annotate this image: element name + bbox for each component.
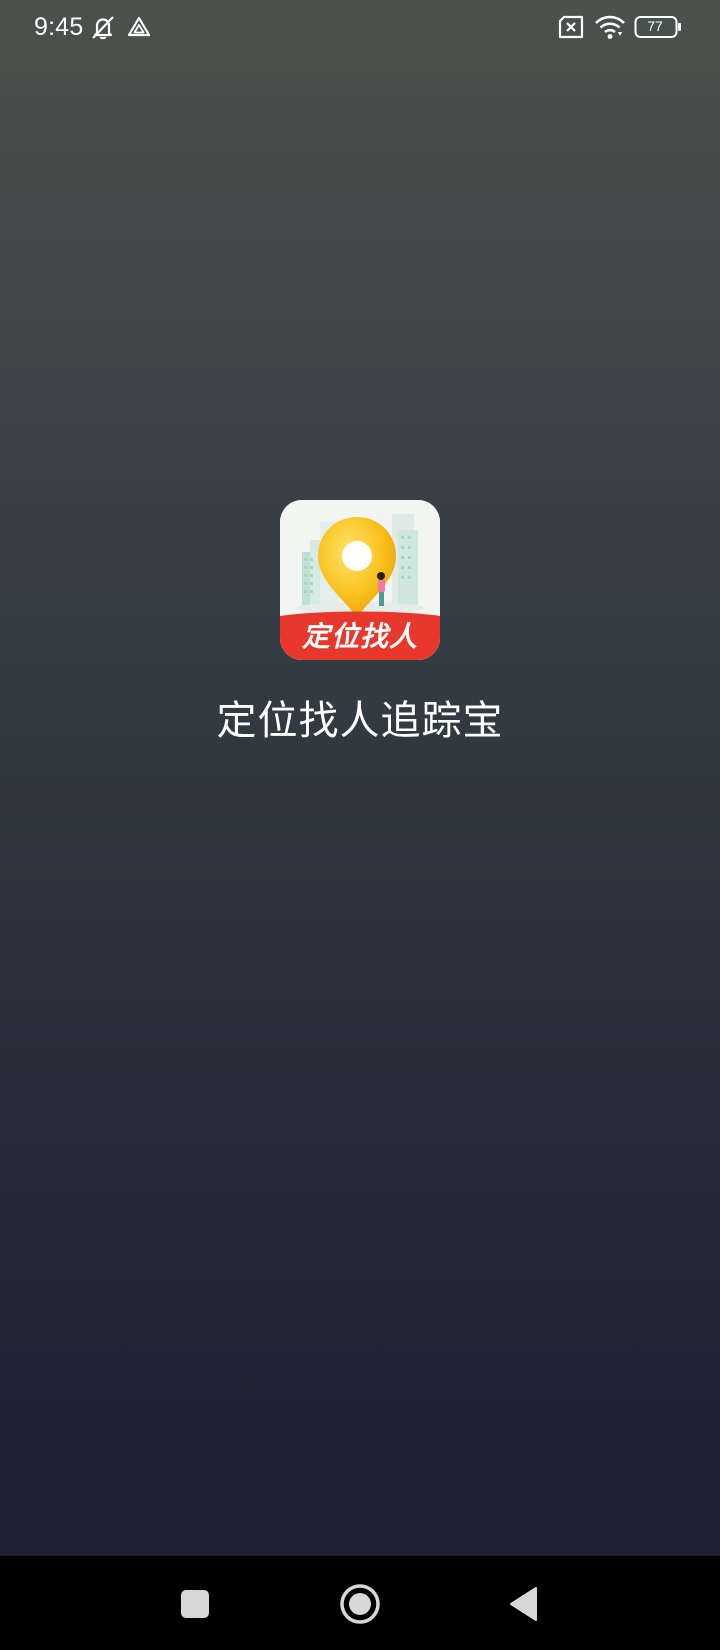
square-icon: [181, 1590, 209, 1618]
app-icon-label: 定位找人: [301, 620, 418, 653]
navigation-bar: [0, 1556, 720, 1650]
home-button[interactable]: [332, 1576, 388, 1632]
app-name: 定位找人追踪宝: [216, 698, 504, 744]
status-bar: 9:45 77: [0, 0, 720, 56]
splash-screen: 9:45 77 定位找人 定位找人追踪宝: [0, 0, 720, 1556]
battery-level: 77: [647, 18, 663, 34]
back-triangle-icon: [510, 1587, 537, 1621]
bell-muted-icon: [92, 16, 114, 40]
sim-missing-icon: [558, 15, 584, 39]
recents-button[interactable]: [167, 1576, 223, 1632]
app-icon: 定位找人: [280, 500, 440, 660]
drive-triangle-icon: [127, 16, 151, 37]
status-time: 9:45: [34, 13, 84, 41]
circle-icon: [340, 1584, 380, 1624]
wifi-icon: [595, 15, 625, 39]
back-button[interactable]: [496, 1576, 552, 1632]
